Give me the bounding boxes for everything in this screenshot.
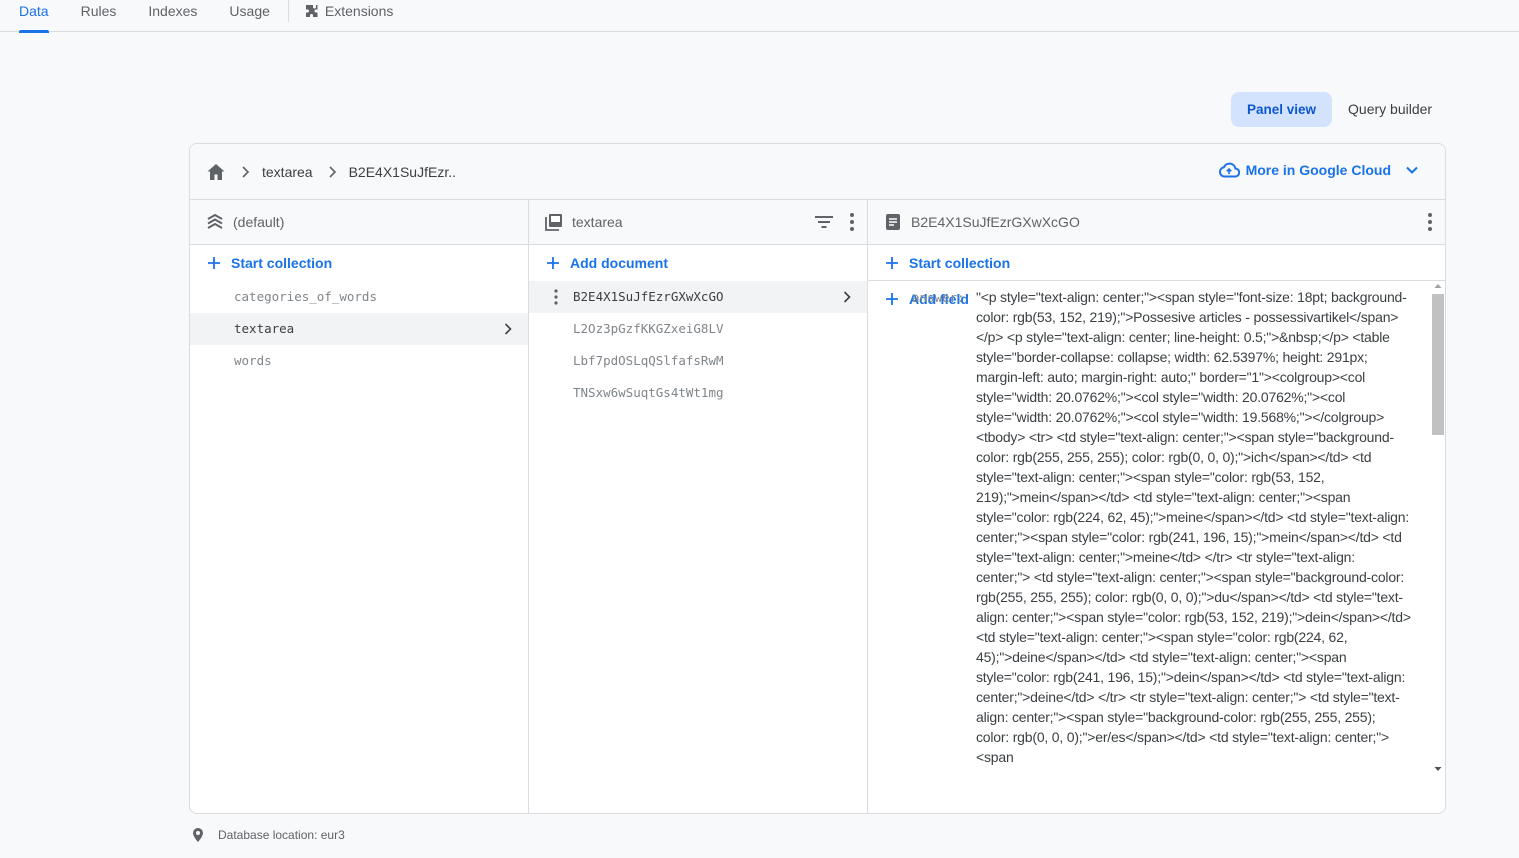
chevron-right-icon	[504, 323, 512, 335]
document-item-label: L2Oz3pGzfKKGZxeiG8LV	[573, 321, 724, 336]
document-item[interactable]: L2Oz3pGzfKKGZxeiG8LV	[529, 313, 867, 345]
breadcrumb-document[interactable]: B2E4X1SuJfEzr..	[349, 164, 456, 180]
tab-usage-label: Usage	[229, 3, 270, 19]
document-item[interactable]: TNSxw6wSuqtGs4tWt1mg	[529, 377, 867, 409]
top-tabs: Data Rules Indexes Usage Extensions	[0, 0, 1519, 33]
vertical-scrollbar[interactable]	[1429, 280, 1444, 775]
tab-indexes-label: Indexes	[148, 3, 198, 19]
tab-extensions[interactable]: Extensions	[305, 0, 393, 32]
database-location-label: Database location: eur3	[218, 828, 345, 842]
collection-item-label: textarea	[234, 321, 295, 336]
tab-indexes[interactable]: Indexes	[148, 0, 197, 32]
add-document-label: Add document	[570, 255, 668, 271]
add-document-button[interactable]: Add document	[529, 245, 867, 281]
location-pin-icon	[193, 828, 203, 842]
chevron-right-icon	[329, 165, 336, 178]
tab-extensions-label: Extensions	[324, 3, 394, 19]
document-item-label: B2E4X1SuJfEzrGXwXcGO	[573, 289, 724, 304]
database-icon	[207, 213, 223, 229]
document-icon	[886, 214, 900, 230]
tab-rules-label: Rules	[80, 3, 117, 19]
scrollbar-thumb[interactable]	[1432, 294, 1444, 435]
start-collection-button[interactable]: Start collection	[190, 245, 528, 281]
chevron-right-icon	[843, 291, 851, 303]
breadcrumb-collection[interactable]: textarea	[262, 164, 313, 180]
scroll-up-icon[interactable]	[1433, 282, 1443, 290]
start-collection-label: Start collection	[231, 255, 333, 271]
document-title: B2E4X1SuJfEzrGXwXcGO	[911, 214, 1080, 230]
collection-item[interactable]: words	[190, 345, 528, 377]
extension-icon	[305, 5, 318, 17]
start-subcollection-button[interactable]: Start collection	[868, 245, 1445, 281]
collection-icon	[545, 214, 562, 231]
document-item[interactable]: Lbf7pdOSLqQSlfafsRwM	[529, 345, 867, 377]
chevron-right-icon	[242, 165, 250, 178]
collection-item-selected[interactable]: textarea	[190, 313, 528, 345]
scroll-down-icon[interactable]	[1433, 765, 1443, 773]
database-location: Database location: eur3	[192, 828, 345, 842]
collection-item[interactable]: categories_of_words	[190, 281, 528, 313]
collection-column-header: textarea	[529, 200, 867, 245]
collection-title: textarea	[572, 214, 623, 230]
cloud-icon	[1218, 162, 1240, 178]
collection-item-label: categories_of_words	[234, 289, 377, 304]
home-icon[interactable]	[206, 162, 226, 182]
tab-data[interactable]: Data	[19, 0, 49, 33]
panel-view-button[interactable]: Panel view	[1231, 92, 1333, 127]
document-item-label: Lbf7pdOSLqQSlfafsRwM	[573, 353, 724, 368]
document-item-selected[interactable]: B2E4X1SuJfEzrGXwXcGO	[529, 281, 867, 313]
start-subcollection-label: Start collection	[909, 254, 1011, 271]
more-vert-icon[interactable]	[1428, 213, 1432, 231]
collection-column: textarea Add document B2E4X1SuJfEzrGXwXc…	[529, 200, 868, 813]
plus-icon	[886, 256, 898, 269]
field-value[interactable]: "<p style="text-align: center;"><span st…	[976, 287, 1412, 775]
root-title: (default)	[233, 214, 285, 230]
plus-icon	[208, 257, 220, 269]
tab-rules[interactable]: Rules	[81, 0, 117, 32]
document-field: answer: "<p style="text-align: center;">…	[868, 280, 1445, 813]
more-in-google-cloud-label: More in Google Cloud	[1245, 162, 1391, 178]
tab-data-label: Data	[19, 3, 49, 19]
view-toggle: Panel view Query builder	[1231, 92, 1448, 127]
plus-icon	[547, 257, 559, 269]
tab-divider	[287, 0, 289, 22]
chevron-down-icon	[1406, 166, 1418, 174]
more-vert-icon[interactable]	[850, 213, 854, 231]
more-in-google-cloud-button[interactable]: More in Google Cloud	[1218, 162, 1419, 178]
root-column-header: (default)	[190, 200, 528, 245]
more-vert-icon[interactable]	[554, 289, 558, 305]
document-column: B2E4X1SuJfEzrGXwXcGO Start collection Ad…	[868, 200, 1445, 813]
query-builder-button[interactable]: Query builder	[1332, 92, 1448, 127]
collection-item-label: words	[234, 353, 272, 368]
breadcrumb: textarea B2E4X1SuJfEzr.. More in Google …	[190, 144, 1445, 200]
data-panel: textarea B2E4X1SuJfEzr.. More in Google …	[189, 143, 1446, 814]
field-key: answer:	[912, 290, 965, 305]
tab-usage[interactable]: Usage	[229, 0, 269, 32]
document-column-header: B2E4X1SuJfEzrGXwXcGO	[868, 200, 1445, 245]
filter-icon[interactable]	[815, 215, 833, 229]
root-column: (default) Start collection categories_of…	[190, 200, 529, 813]
document-item-label: TNSxw6wSuqtGs4tWt1mg	[573, 385, 724, 400]
